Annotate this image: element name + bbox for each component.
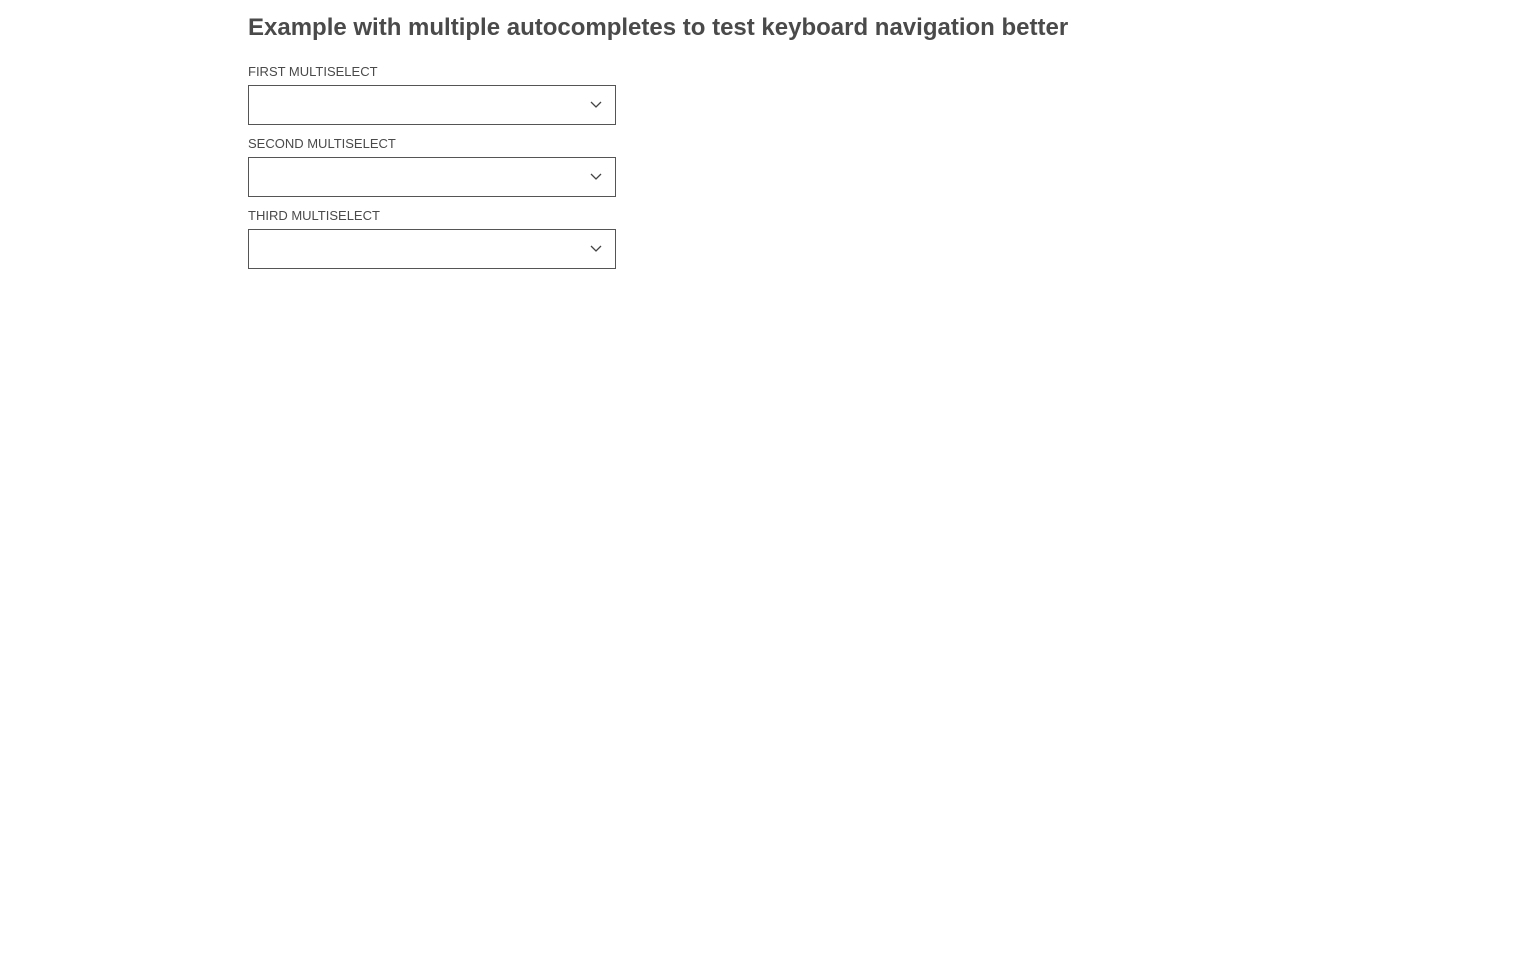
- first-multiselect[interactable]: [248, 85, 616, 125]
- third-multiselect-label: THIRD MULTISELECT: [248, 208, 380, 223]
- second-multiselect-input[interactable]: [249, 158, 569, 196]
- second-multiselect-label: SECOND MULTISELECT: [248, 136, 396, 151]
- third-multiselect-field: THIRD MULTISELECT: [248, 208, 616, 269]
- second-multiselect[interactable]: [248, 157, 616, 197]
- chevron-down-icon[interactable]: [589, 99, 603, 111]
- chevron-down-icon[interactable]: [589, 243, 603, 255]
- third-multiselect-input[interactable]: [249, 230, 569, 268]
- second-multiselect-field: SECOND MULTISELECT: [248, 136, 616, 197]
- chevron-down-icon[interactable]: [589, 171, 603, 183]
- page-title: Example with multiple autocompletes to t…: [248, 14, 1069, 41]
- first-multiselect-input[interactable]: [249, 86, 569, 124]
- first-multiselect-label: FIRST MULTISELECT: [248, 64, 378, 79]
- first-multiselect-field: FIRST MULTISELECT: [248, 64, 616, 125]
- third-multiselect[interactable]: [248, 229, 616, 269]
